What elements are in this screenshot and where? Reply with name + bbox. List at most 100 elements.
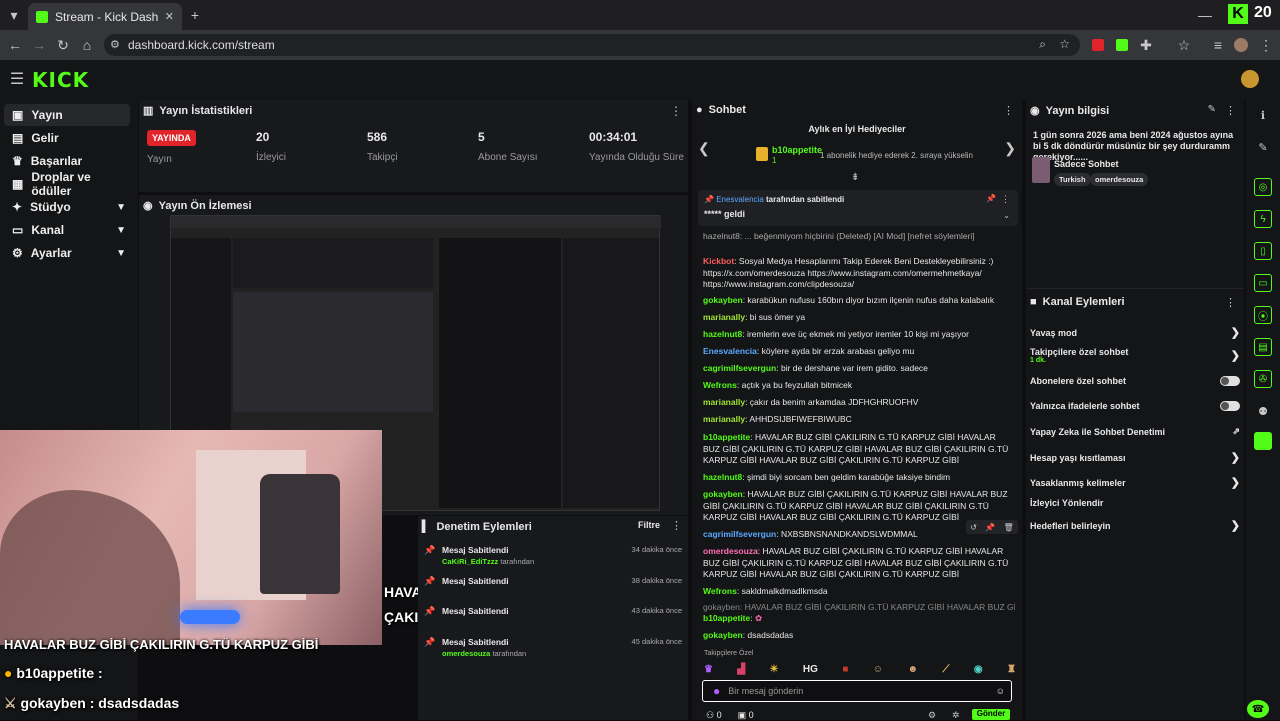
edit-pencil-icon[interactable]: ✎ bbox=[1254, 138, 1272, 156]
chat-message[interactable]: gokayben: dsadsdadas bbox=[703, 630, 1015, 642]
emote-icon[interactable]: ▟ bbox=[737, 664, 745, 675]
chat-message[interactable]: hazelnut8: şimdi biyi sorcam ben geldim … bbox=[703, 472, 1015, 484]
action-account-age[interactable]: Hesap yaşı kısıtlaması ❯ bbox=[1030, 451, 1240, 464]
action-subscribers-only[interactable]: Abonelere özel sohbet bbox=[1030, 376, 1240, 386]
chat-message[interactable]: b10appetite: ✿ bbox=[703, 613, 1015, 625]
browser-menu-icon[interactable]: ⋮ bbox=[1258, 37, 1274, 53]
chat-message[interactable]: Wefrons: sakldmalkdmadlkmsda bbox=[703, 586, 1015, 598]
users-icon[interactable]: ⚉ bbox=[1254, 402, 1272, 420]
extensions-puzzle-icon[interactable]: ✚ bbox=[1138, 37, 1154, 53]
gear-icon[interactable]: ✲ bbox=[952, 710, 960, 721]
home-icon[interactable]: ⌂ bbox=[78, 36, 96, 54]
lightning-icon[interactable]: ϟ bbox=[1254, 210, 1272, 228]
emote-icon[interactable]: ⟋ bbox=[942, 664, 949, 675]
category-thumbnail[interactable] bbox=[1032, 157, 1050, 183]
url-field[interactable]: ⚙ dashboard.kick.com/stream ⌕ ☆ bbox=[104, 34, 1080, 56]
site-settings-icon[interactable]: ⚙ bbox=[110, 38, 120, 51]
tag-channel[interactable]: omerdesouza bbox=[1090, 173, 1149, 186]
delete-icon[interactable]: 🗑 bbox=[1004, 523, 1014, 532]
support-icon[interactable]: ☎ bbox=[1247, 700, 1269, 718]
chat-message[interactable]: gokayben: karabükun nufusu 160bın diyor … bbox=[703, 295, 1015, 307]
camera-icon[interactable]: ◎ bbox=[1254, 178, 1272, 196]
sidebar-item-gelir[interactable]: ▤ Gelir bbox=[4, 127, 130, 149]
settings-icon[interactable]: ⚙ bbox=[928, 710, 936, 721]
chat-message[interactable]: Kickbot: Sosyal Medya Hesaplarımı Takip … bbox=[703, 256, 1015, 291]
chat-message[interactable]: cagrimilfsevergun: bir de dershane var i… bbox=[703, 363, 1015, 375]
emote-icon[interactable]: ◉ bbox=[974, 664, 983, 675]
chat-message[interactable]: marianally: bi sus ömer ya bbox=[703, 312, 1015, 324]
chevron-down-icon[interactable]: ⇟ bbox=[851, 172, 859, 183]
reload-icon[interactable]: ↻ bbox=[54, 36, 72, 54]
extension-red-icon[interactable] bbox=[1092, 39, 1104, 51]
minimize-icon[interactable]: — bbox=[1196, 6, 1214, 24]
close-tab-icon[interactable]: ✕ bbox=[165, 10, 174, 23]
chat-bubble-icon[interactable]: ▭ bbox=[1254, 274, 1272, 292]
gift-icon[interactable]: ▣ 0 bbox=[738, 710, 754, 721]
chat-message[interactable]: hazelnut8: iremlerin eve üç ekmek mi yet… bbox=[703, 329, 1015, 341]
chat-message[interactable]: b10appetite: HAVALAR BUZ GİBİ ÇAKILIRIN … bbox=[703, 432, 1015, 467]
action-host-viewers[interactable]: İzleyici Yönlendir bbox=[1030, 498, 1240, 508]
users-icon[interactable]: ⚇ 0 bbox=[706, 710, 722, 721]
sidebar-item-kanal[interactable]: ▭ Kanal ▼ bbox=[4, 219, 130, 241]
favorites-icon[interactable]: ☆ bbox=[1176, 37, 1192, 53]
action-slow-mode[interactable]: Yavaş mod ❯ bbox=[1030, 326, 1240, 339]
emoji-icon[interactable]: ☺ bbox=[996, 686, 1005, 696]
forward-icon[interactable]: → bbox=[30, 36, 48, 54]
action-followers-only[interactable]: Takipçilere özel sohbet 1 dk. ❯ bbox=[1030, 347, 1240, 364]
edit-pencil-icon[interactable]: ✎ bbox=[1208, 104, 1216, 115]
emote-icon[interactable]: ☻ bbox=[907, 664, 918, 675]
bookmark-star-icon[interactable]: ☆ bbox=[1059, 37, 1070, 51]
more-options-icon[interactable]: ⋮ bbox=[1001, 194, 1010, 205]
send-button[interactable]: Gönder bbox=[972, 709, 1010, 720]
emote-icon[interactable]: ☺ bbox=[873, 664, 883, 675]
user-avatar[interactable] bbox=[1241, 70, 1259, 88]
tab-list-icon[interactable]: ▾ bbox=[4, 6, 24, 24]
subscribers-only-toggle[interactable] bbox=[1220, 376, 1240, 386]
chat-message[interactable]: Enesvalencia: köylere ayda bir erzak ara… bbox=[703, 346, 1015, 358]
wrench-icon[interactable]: ✇ bbox=[1254, 370, 1272, 388]
info-icon[interactable]: ℹ bbox=[1254, 106, 1272, 124]
reading-list-icon[interactable]: ≡ bbox=[1210, 37, 1226, 53]
chat-message[interactable]: marianally: AHHDSIJBFIWEFBIWUBC bbox=[703, 414, 1015, 426]
chat-message[interactable]: gokayben: HAVALAR BUZ GİBİ ÇAKILIRIN G.T… bbox=[703, 489, 1015, 524]
chat-input[interactable]: ● Bir mesaj gönderin ☺ bbox=[702, 680, 1012, 702]
new-tab-icon[interactable]: + bbox=[186, 6, 204, 24]
unpin-icon[interactable]: 📌 bbox=[986, 194, 996, 203]
mobile-icon[interactable]: ▯ bbox=[1254, 242, 1272, 260]
chevron-left-icon[interactable]: ❮ bbox=[698, 140, 710, 157]
sidebar-item-yayin[interactable]: ▣ Yayın bbox=[4, 104, 130, 126]
filter-button[interactable]: Filtre bbox=[638, 520, 660, 530]
activity-icon[interactable]: ⦿ bbox=[1254, 306, 1272, 324]
profile-avatar[interactable] bbox=[1234, 38, 1248, 52]
action-set-goals[interactable]: Hedefleri belirleyin ❯ bbox=[1030, 519, 1240, 532]
more-options-icon[interactable]: ⋮ bbox=[1225, 296, 1236, 309]
sidebar-item-droplar[interactable]: ▦ Droplar ve ödüller bbox=[4, 170, 130, 198]
emote-icon[interactable]: ■ bbox=[842, 664, 848, 675]
chat-message[interactable]: Wefrons: açtık ya bu feyzullah bitmicek bbox=[703, 380, 1015, 392]
reply-icon[interactable]: ↺ bbox=[970, 523, 977, 532]
more-options-icon[interactable]: ⋮ bbox=[1225, 104, 1236, 117]
chat-message[interactable]: omerdesouza: HAVALAR BUZ GİBİ ÇAKILIRIN … bbox=[703, 546, 1015, 581]
more-options-icon[interactable]: ⋮ bbox=[1003, 104, 1014, 117]
action-ai-moderation[interactable]: Yapay Zeka ile Sohbet Denetimi ⇗ bbox=[1030, 426, 1240, 437]
more-options-icon[interactable]: ⋮ bbox=[671, 519, 682, 532]
chat-message[interactable]: marianally: çakır da benim arkamdaa JDFH… bbox=[703, 397, 1015, 409]
chevron-right-icon[interactable]: ❯ bbox=[1004, 140, 1016, 157]
sidebar-item-ayarlar[interactable]: ⚙ Ayarlar ▼ bbox=[4, 242, 130, 264]
more-options-icon[interactable]: ⋮ bbox=[670, 104, 682, 118]
gifter-name[interactable]: b10appetite bbox=[772, 145, 822, 155]
game-icon[interactable] bbox=[1254, 432, 1272, 450]
emote-icon[interactable]: ☀ bbox=[770, 664, 779, 675]
emote-icon[interactable]: ♛ bbox=[704, 664, 713, 675]
tag-language[interactable]: Turkish bbox=[1054, 173, 1091, 186]
action-emote-only[interactable]: Yalnızca ifadelerle sohbet bbox=[1030, 401, 1240, 411]
microphone-icon[interactable]: ● bbox=[713, 684, 720, 698]
emote-only-toggle[interactable] bbox=[1220, 401, 1240, 411]
category-name[interactable]: Sadece Sohbet bbox=[1054, 159, 1119, 169]
sidebar-item-studyo[interactable]: ✦ Stüdyo ▼ bbox=[4, 196, 130, 218]
zoom-icon[interactable]: ⌕ bbox=[1039, 37, 1046, 52]
pinned-message[interactable]: 📌 Enesvalencia tarafından sabitlendi ***… bbox=[698, 190, 1018, 226]
browser-tab[interactable]: Stream - Kick Dashboard ✕ bbox=[28, 3, 182, 30]
hamburger-menu-icon[interactable]: ☰ bbox=[8, 70, 26, 88]
emote-icon[interactable]: ♜ bbox=[1007, 664, 1016, 675]
